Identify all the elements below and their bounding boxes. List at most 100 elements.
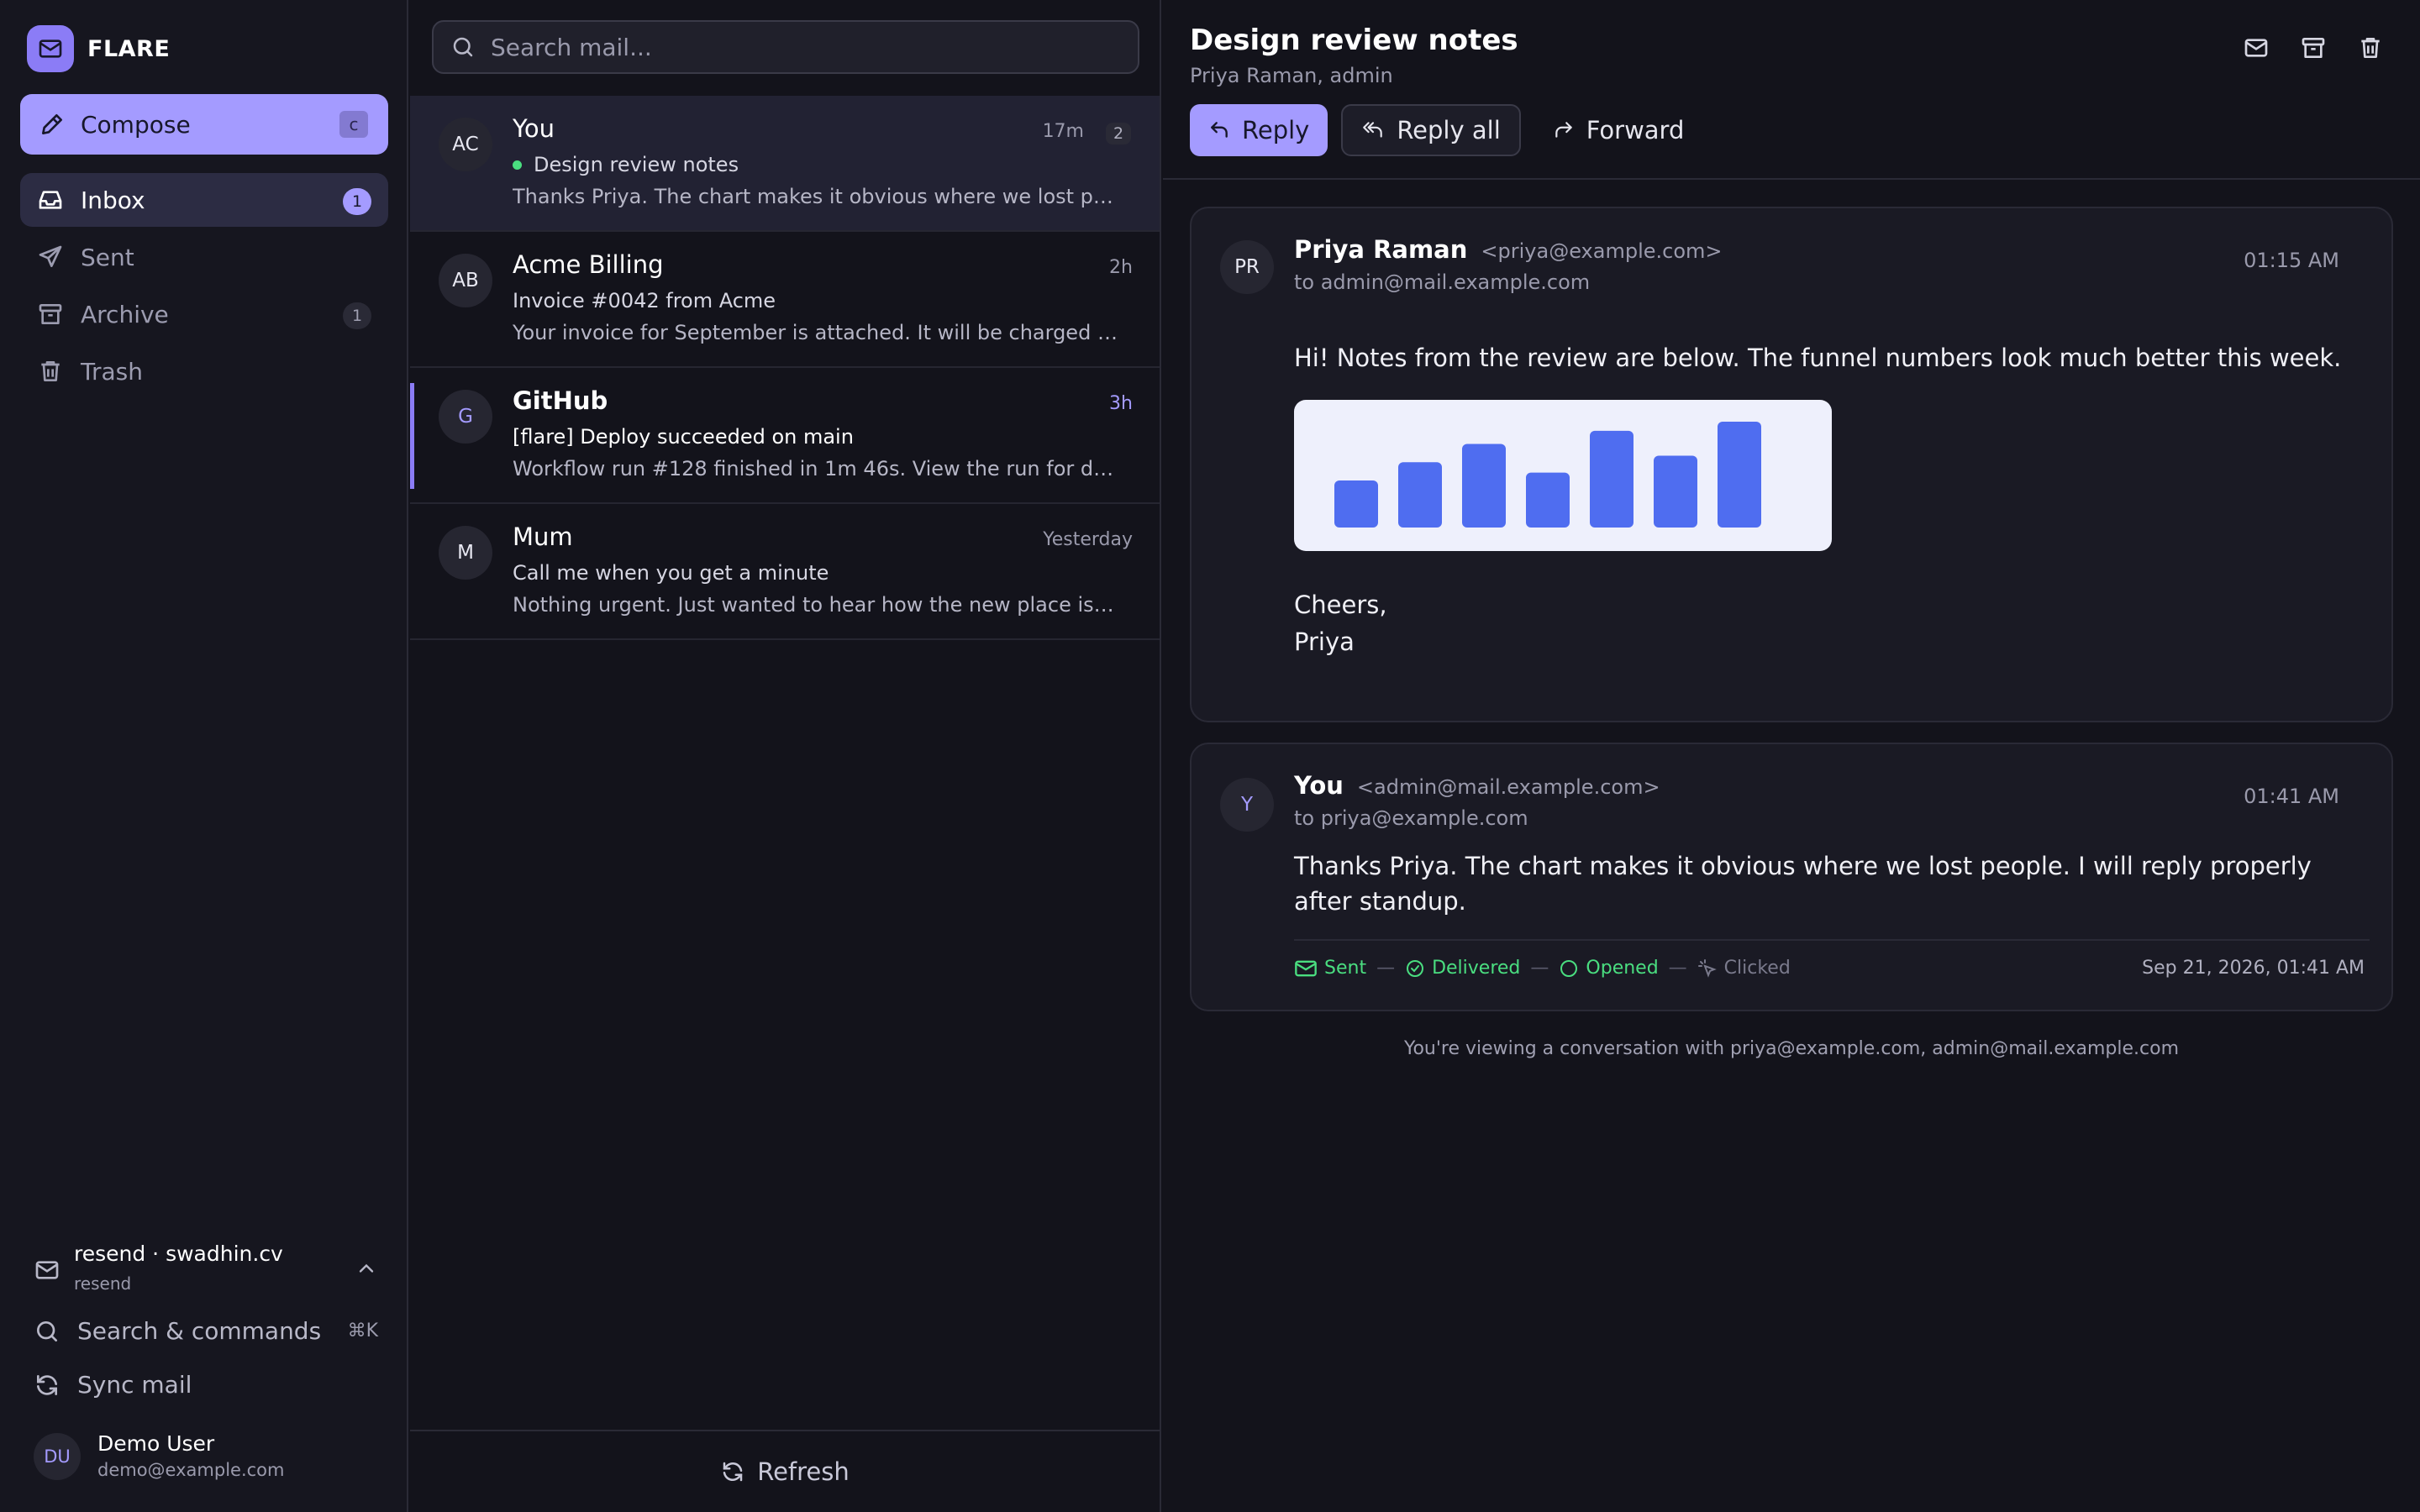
chart-bar bbox=[1654, 455, 1697, 528]
avatar: M bbox=[439, 526, 492, 580]
chart-bar bbox=[1334, 480, 1378, 528]
conversation-note: You're viewing a conversation with priya… bbox=[1403, 1038, 2180, 1059]
signature: Priya bbox=[1294, 627, 1355, 656]
search-commands-shortcut: ⌘K bbox=[347, 1320, 378, 1341]
bar-chart bbox=[1334, 422, 1761, 528]
mail-icon bbox=[2243, 34, 2270, 61]
status-label: Opened bbox=[1586, 958, 1659, 979]
preview: Workflow run #128 finished in 1m 46s. Vi… bbox=[513, 457, 1118, 480]
account-provider: resend bbox=[74, 1273, 132, 1294]
status-delivered: Delivered bbox=[1405, 958, 1520, 979]
sent-timestamp: Sep 21, 2026, 01:41 AM bbox=[2142, 958, 2365, 979]
account-switcher[interactable]: resend · swadhin.cv resend bbox=[34, 1240, 378, 1297]
sync-icon bbox=[34, 1372, 60, 1399]
sidebar-item-inbox[interactable]: Inbox 1 bbox=[20, 173, 388, 227]
separator: — bbox=[1530, 958, 1549, 979]
reply-button[interactable]: Reply bbox=[1190, 104, 1328, 156]
sender-name: Mum bbox=[513, 522, 573, 551]
avatar: PR bbox=[1220, 240, 1274, 294]
trash-icon bbox=[37, 358, 64, 385]
sidebar-item-label: Sent bbox=[81, 243, 134, 271]
chart-bar bbox=[1590, 430, 1634, 528]
sync-mail-label: Sync mail bbox=[77, 1371, 192, 1399]
user-email: demo@example.com bbox=[97, 1460, 285, 1480]
recipient: to priya@example.com bbox=[1294, 806, 1528, 830]
sender-name: You bbox=[1294, 771, 1344, 800]
preview: Thanks Priya. The chart makes it obvious… bbox=[513, 185, 1118, 208]
sync-mail-button[interactable]: Sync mail bbox=[34, 1371, 192, 1399]
reading-pane: Design review notes Priya Raman, admin R… bbox=[1163, 0, 2420, 1512]
message-card: Y You <admin@mail.example.com> to priya@… bbox=[1190, 743, 2393, 1011]
subject: [flare] Deploy succeeded on main bbox=[513, 425, 854, 449]
sidebar-item-sent[interactable]: Sent bbox=[20, 230, 388, 284]
search-input[interactable] bbox=[491, 33, 1138, 61]
message-body: Hi! Notes from the review are below. The… bbox=[1294, 344, 2342, 372]
sender-address: <admin@mail.example.com> bbox=[1356, 775, 1660, 799]
list-item[interactable]: M Mum Yesterday Call me when you get a m… bbox=[410, 504, 1160, 640]
trash-icon bbox=[2357, 34, 2384, 61]
chart-image bbox=[1294, 400, 1832, 551]
signoff: Cheers, bbox=[1294, 591, 1387, 619]
check-circle-icon bbox=[1405, 958, 1425, 979]
sidebar-item-label: Inbox bbox=[81, 186, 145, 214]
archive-icon bbox=[2300, 34, 2327, 61]
reply-actions: Reply Reply all Forward bbox=[1190, 104, 1702, 156]
received-time: 3h bbox=[1109, 393, 1133, 414]
message-body: Thanks Priya. The chart makes it obvious… bbox=[1294, 852, 2312, 916]
thread-participants: Priya Raman, admin bbox=[1190, 64, 1393, 87]
received-time: 17m bbox=[1042, 121, 1084, 142]
reply-all-button[interactable]: Reply all bbox=[1341, 104, 1521, 156]
avatar: DU bbox=[34, 1433, 81, 1480]
count-badge: 1 bbox=[343, 302, 371, 329]
archive-icon bbox=[37, 301, 64, 328]
send-icon bbox=[37, 244, 64, 270]
forward-button[interactable]: Forward bbox=[1534, 104, 1703, 156]
search-icon bbox=[34, 1318, 60, 1345]
status-dot-icon bbox=[513, 160, 522, 170]
refresh-label: Refresh bbox=[757, 1457, 850, 1486]
user-menu[interactable]: DU Demo User demo@example.com bbox=[34, 1431, 378, 1485]
search-commands-button[interactable]: Search & commands ⌘K bbox=[34, 1317, 378, 1345]
circle-icon bbox=[1559, 958, 1579, 979]
cursor-click-icon bbox=[1697, 958, 1718, 979]
refresh-button[interactable]: Refresh bbox=[410, 1430, 1160, 1512]
status-clicked: Clicked bbox=[1697, 958, 1791, 979]
account-name: resend · swadhin.cv bbox=[74, 1242, 283, 1266]
compose-shortcut: c bbox=[339, 111, 368, 138]
pencil-icon bbox=[39, 111, 66, 138]
list-item[interactable]: AB Acme Billing 2h Invoice #0042 from Ac… bbox=[410, 232, 1160, 368]
sidebar-item-trash[interactable]: Trash bbox=[20, 344, 388, 398]
thread-count-badge: 2 bbox=[1106, 123, 1131, 144]
forward-label: Forward bbox=[1586, 116, 1685, 144]
avatar: AB bbox=[439, 254, 492, 307]
mail-list: AC You 17m 2 Design review notes Thanks … bbox=[410, 0, 1161, 1512]
subject: Invoice #0042 from Acme bbox=[513, 289, 776, 312]
subject: Call me when you get a minute bbox=[513, 561, 829, 585]
archive-button[interactable] bbox=[2297, 32, 2329, 64]
sender-name: GitHub bbox=[513, 386, 608, 415]
message-from: You <admin@mail.example.com> bbox=[1294, 771, 1660, 800]
sender-name: Acme Billing bbox=[513, 250, 664, 279]
sidebar-item-archive[interactable]: Archive 1 bbox=[20, 287, 388, 341]
status-label: Sent bbox=[1324, 958, 1367, 979]
list-item[interactable]: AC You 17m 2 Design review notes Thanks … bbox=[410, 96, 1160, 232]
compose-label: Compose bbox=[81, 110, 191, 139]
compose-button[interactable]: Compose c bbox=[20, 94, 388, 155]
search-icon bbox=[450, 34, 476, 60]
status-sent: Sent bbox=[1294, 958, 1366, 979]
mail-logo-icon bbox=[27, 25, 74, 72]
status-label: Clicked bbox=[1723, 958, 1791, 979]
recipient: to admin@mail.example.com bbox=[1294, 270, 1591, 294]
sender-name: You bbox=[513, 114, 555, 143]
mark-unread-button[interactable] bbox=[2240, 32, 2272, 64]
delete-button[interactable] bbox=[2354, 32, 2386, 64]
app-name: FLARE bbox=[87, 35, 171, 62]
status-opened: Opened bbox=[1559, 958, 1659, 979]
subject: Design review notes bbox=[513, 153, 739, 176]
separator: — bbox=[1668, 958, 1687, 979]
reply-label: Reply bbox=[1242, 116, 1310, 144]
thread-toolbar bbox=[2240, 32, 2386, 64]
chevron-up-icon bbox=[355, 1257, 378, 1280]
list-item[interactable]: G GitHub 3h [flare] Deploy succeeded on … bbox=[410, 368, 1160, 504]
thread-subject: Design review notes bbox=[1190, 24, 1518, 57]
